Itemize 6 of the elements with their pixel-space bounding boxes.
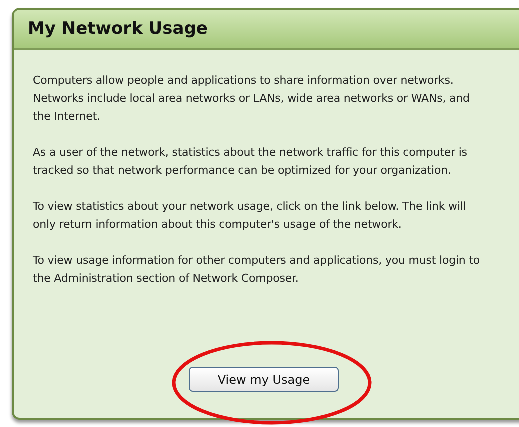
panel-title: My Network Usage <box>28 19 208 39</box>
description-paragraph: To view statistics about your network usage, click on the link below. The link will only return information about this computer's usage of the network. <box>33 199 468 233</box>
view-usage-button[interactable]: View my Usage <box>189 367 339 392</box>
description-paragraph: Computers allow people and applications to share information over networks. Networks include local area networks or LANs, wide area networks or WANs, and the Internet. <box>33 73 471 125</box>
description-paragraph: As a user of the network, statistics about the network traffic for this computer is tracked so that network performance can be optimized for your organization. <box>33 145 468 179</box>
description-paragraph: To view usage information for other computers and applications, you must login to the Administration section of Network Composer. <box>33 253 482 287</box>
